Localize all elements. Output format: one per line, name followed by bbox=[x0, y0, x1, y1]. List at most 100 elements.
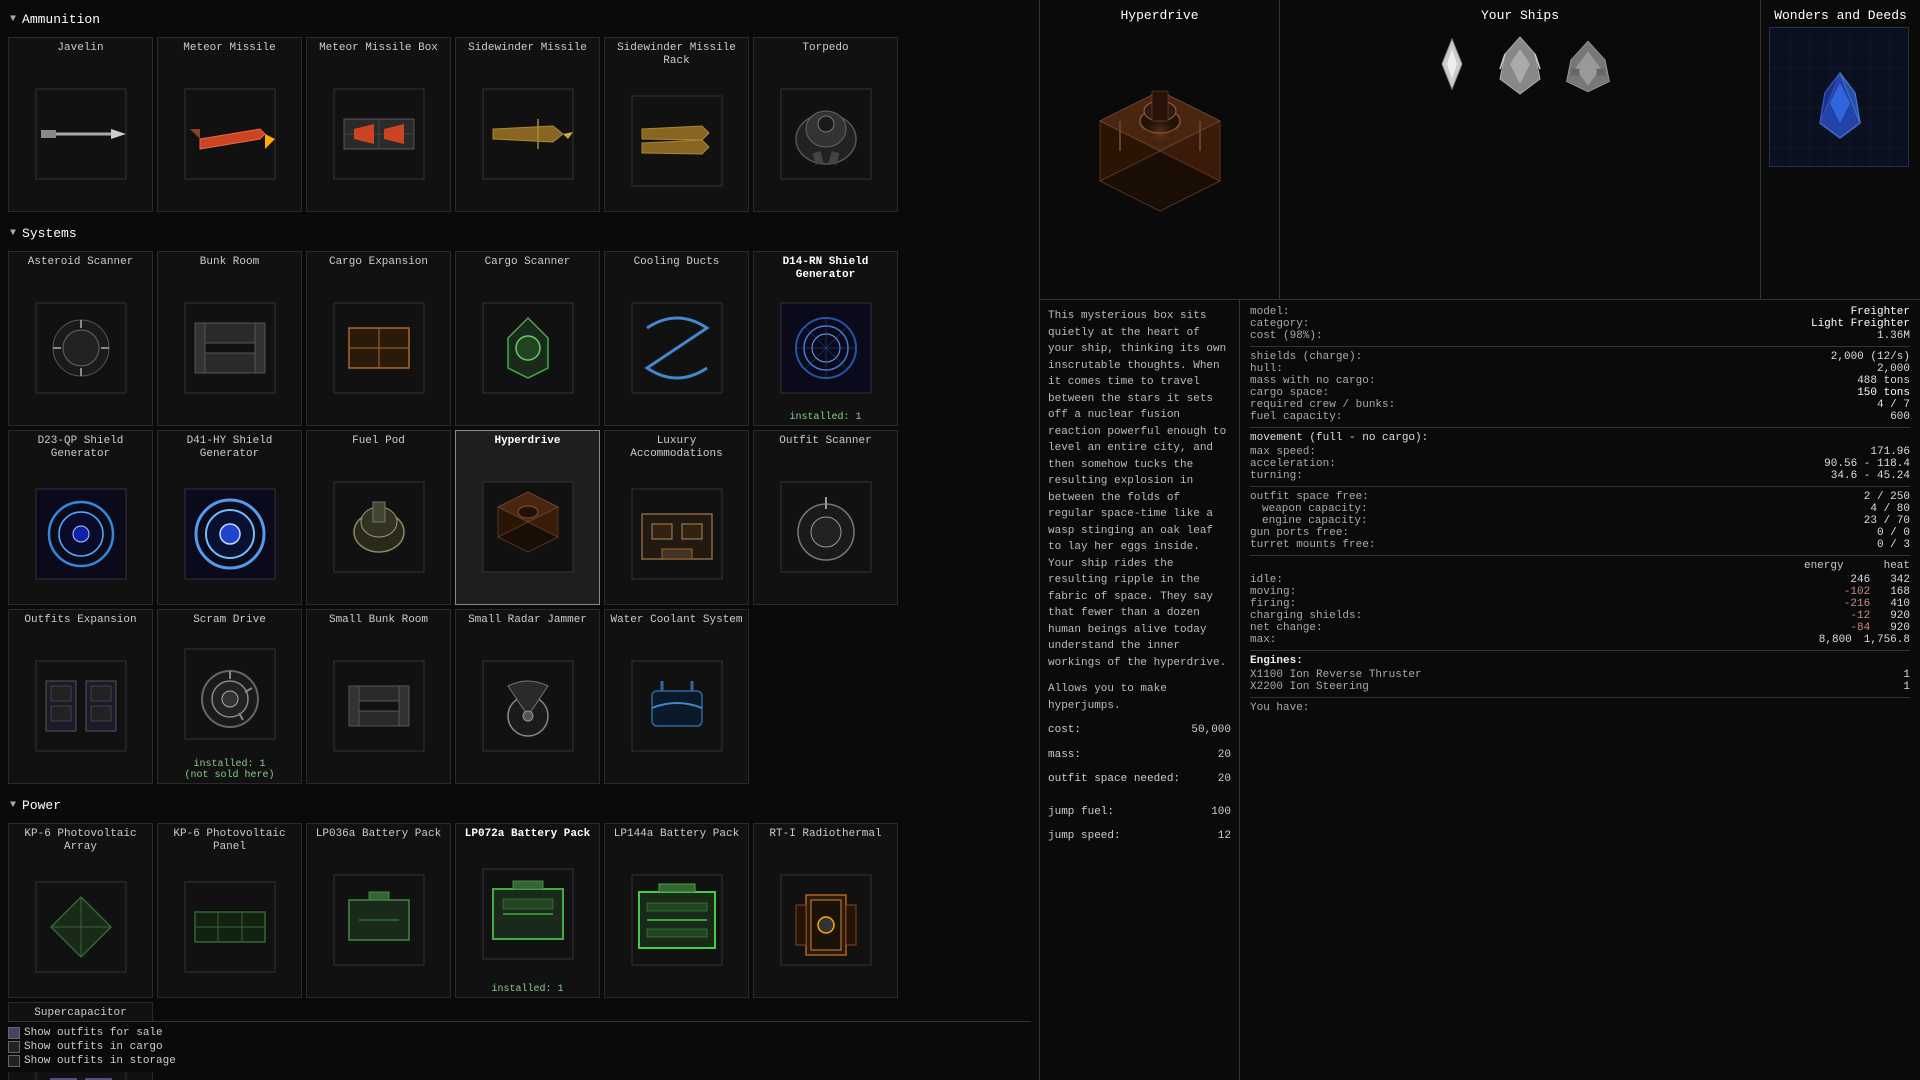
item-name-meteor-missile-box: Meteor Missile Box bbox=[315, 38, 442, 57]
outfit-free-label: outfit space free: bbox=[1250, 491, 1369, 503]
max-energy: 8,800 bbox=[1819, 634, 1852, 646]
section-label-ammunition: Ammunition bbox=[22, 12, 100, 27]
checkbox-box-for-sale bbox=[8, 1027, 20, 1039]
section-header-ammunition[interactable]: ▼Ammunition bbox=[8, 8, 1031, 31]
item-image-sidewinder-missile-rack bbox=[617, 70, 737, 211]
item-cell-outfits-expansion[interactable]: Outfits Expansion bbox=[8, 609, 153, 784]
item-badge-lp072a-battery: installed: 1 bbox=[491, 984, 563, 997]
item-cell-kp6-photovoltaic-array[interactable]: KP-6 Photovoltaic Array bbox=[8, 823, 153, 998]
item-cell-lp072a-battery[interactable]: LP072a Battery Packinstalled: 1 bbox=[455, 823, 600, 998]
stat-turning: turning: 34.6 - 45.24 bbox=[1250, 470, 1910, 482]
item-name-cooling-ducts: Cooling Ducts bbox=[630, 252, 724, 271]
checkbox-label-in-cargo: Show outfits in cargo bbox=[24, 1041, 163, 1053]
item-cell-rt-i-radiothermal[interactable]: RT-I Radiothermal bbox=[753, 823, 898, 998]
fuel-cap-value: 600 bbox=[1890, 411, 1910, 423]
item-name-lp036a-battery: LP036a Battery Pack bbox=[312, 824, 445, 843]
checkbox-in-cargo[interactable]: Show outfits in cargo bbox=[8, 1040, 1031, 1054]
item-cell-d23-qp-shield[interactable]: D23-QP Shield Generator bbox=[8, 430, 153, 605]
idle-label: idle: bbox=[1250, 574, 1283, 586]
gun-ports-label: gun ports free: bbox=[1250, 527, 1349, 539]
item-name-water-coolant: Water Coolant System bbox=[606, 610, 746, 629]
acceleration-label: acceleration: bbox=[1250, 458, 1336, 470]
ship-icon-2[interactable] bbox=[1490, 31, 1550, 101]
item-cell-d41-hy-shield[interactable]: D41-HY Shield Generator bbox=[157, 430, 302, 605]
item-cell-bunk-room[interactable]: Bunk Room bbox=[157, 251, 302, 426]
stat-max-speed: max speed: 171.96 bbox=[1250, 446, 1910, 458]
left-panel[interactable]: ▼Ammunition Javelin Meteor Missile Meteor M… bbox=[0, 0, 1040, 1080]
item-name-sidewinder-missile-rack: Sidewinder Missile Rack bbox=[605, 38, 748, 70]
item-cell-meteor-missile-box[interactable]: Meteor Missile Box bbox=[306, 37, 451, 212]
item-cell-kp6-photovoltaic-panel[interactable]: KP-6 Photovoltaic Panel bbox=[157, 823, 302, 998]
outfit-free-value: 2 / 250 bbox=[1864, 491, 1910, 503]
item-image-torpedo bbox=[766, 57, 886, 211]
shields-label: shields (charge): bbox=[1250, 351, 1362, 363]
item-cell-cooling-ducts[interactable]: Cooling Ducts bbox=[604, 251, 749, 426]
section-header-systems[interactable]: ▼Systems bbox=[8, 222, 1031, 245]
item-cell-d14-rn-shield[interactable]: D14-RN Shield Generatorinstalled: 1 bbox=[753, 251, 898, 426]
ship-icon-3[interactable] bbox=[1558, 31, 1618, 101]
model-label: model: bbox=[1250, 306, 1290, 318]
idle-heat: 342 bbox=[1890, 574, 1910, 586]
jump-fuel-label: jump fuel: bbox=[1048, 804, 1114, 821]
mass-label: mass: bbox=[1048, 747, 1081, 764]
item-cell-outfit-scanner[interactable]: Outfit Scanner bbox=[753, 430, 898, 605]
item-image-javelin bbox=[21, 57, 141, 211]
item-image-lp072a-battery bbox=[468, 843, 588, 984]
acceleration-value: 90.56 - 118.4 bbox=[1824, 458, 1910, 470]
item-cell-sidewinder-missile-rack[interactable]: Sidewinder Missile Rack bbox=[604, 37, 749, 212]
category-label: category: bbox=[1250, 318, 1309, 330]
item-cell-luxury-accommodations[interactable]: Luxury Accommodations bbox=[604, 430, 749, 605]
energy-heat-header: energy heat bbox=[1250, 560, 1910, 572]
net-change-heat: 920 bbox=[1890, 622, 1910, 634]
checkbox-in-storage[interactable]: Show outfits in storage bbox=[8, 1054, 1031, 1068]
item-image-lp036a-battery bbox=[319, 843, 439, 997]
item-name-hyperdrive: Hyperdrive bbox=[490, 431, 564, 450]
item-cell-torpedo[interactable]: Torpedo bbox=[753, 37, 898, 212]
ship-icon-1[interactable] bbox=[1422, 31, 1482, 101]
section-header-power[interactable]: ▼Power bbox=[8, 794, 1031, 817]
item-cell-fuel-pod[interactable]: Fuel Pod bbox=[306, 430, 451, 605]
item-name-scram-drive: Scram Drive bbox=[189, 610, 270, 629]
item-cell-lp036a-battery[interactable]: LP036a Battery Pack bbox=[306, 823, 451, 998]
item-cell-lp144a-battery[interactable]: LP144a Battery Pack bbox=[604, 823, 749, 998]
item-cell-cargo-expansion[interactable]: Cargo Expansion bbox=[306, 251, 451, 426]
wonders-image[interactable] bbox=[1769, 27, 1909, 167]
firing-heat: 410 bbox=[1890, 598, 1910, 610]
jump-speed-label: jump speed: bbox=[1048, 828, 1121, 845]
item-name-torpedo: Torpedo bbox=[798, 38, 852, 57]
item-name-cargo-expansion: Cargo Expansion bbox=[325, 252, 432, 271]
checkbox-box-in-cargo bbox=[8, 1041, 20, 1053]
stat-idle: idle: 246 342 bbox=[1250, 574, 1910, 586]
item-image-water-coolant bbox=[617, 629, 737, 783]
max-speed-label: max speed: bbox=[1250, 446, 1316, 458]
shields-value: 2,000 (12/s) bbox=[1831, 351, 1910, 363]
stat-hull: hull: 2,000 bbox=[1250, 363, 1910, 375]
charging-shields-label: charging shields: bbox=[1250, 610, 1362, 622]
item-name-supercapacitor: Supercapacitor bbox=[30, 1003, 130, 1022]
item-cell-asteroid-scanner[interactable]: Asteroid Scanner bbox=[8, 251, 153, 426]
item-cell-scram-drive[interactable]: Scram Driveinstalled: 1 (not sold here) bbox=[157, 609, 302, 784]
item-cell-cargo-scanner[interactable]: Cargo Scanner bbox=[455, 251, 600, 426]
checkbox-for-sale[interactable]: Show outfits for sale bbox=[8, 1026, 1031, 1040]
item-cell-sidewinder-missile[interactable]: Sidewinder Missile bbox=[455, 37, 600, 212]
main-content: This mysterious box sits quietly at the … bbox=[1040, 300, 1920, 1080]
item-cell-hyperdrive[interactable]: Hyperdrive bbox=[455, 430, 600, 605]
req-crew-value: 4 / 7 bbox=[1877, 399, 1910, 411]
item-cell-meteor-missile[interactable]: Meteor Missile bbox=[157, 37, 302, 212]
heat-col-label: heat bbox=[1884, 560, 1910, 572]
item-cell-small-bunk-room[interactable]: Small Bunk Room bbox=[306, 609, 451, 784]
your-ships-title: Your Ships bbox=[1288, 8, 1752, 23]
jump-speed-value: 12 bbox=[1218, 828, 1231, 845]
item-badge-d14-rn-shield: installed: 1 bbox=[789, 412, 861, 425]
cost-label: cost: bbox=[1048, 722, 1081, 739]
stat-firing: firing: -216 410 bbox=[1250, 598, 1910, 610]
item-name-kp6-photovoltaic-array: KP-6 Photovoltaic Array bbox=[9, 824, 152, 856]
item-cell-javelin[interactable]: Javelin bbox=[8, 37, 153, 212]
fuel-cap-label: fuel capacity: bbox=[1250, 411, 1342, 423]
item-name-javelin: Javelin bbox=[53, 38, 107, 57]
item-cell-water-coolant[interactable]: Water Coolant System bbox=[604, 609, 749, 784]
item-cell-small-radar-jammer[interactable]: Small Radar Jammer bbox=[455, 609, 600, 784]
item-image-d41-hy-shield bbox=[170, 463, 290, 604]
item-name-d23-qp-shield: D23-QP Shield Generator bbox=[9, 431, 152, 463]
wonders-section: Wonders and Deeds bbox=[1760, 0, 1920, 299]
